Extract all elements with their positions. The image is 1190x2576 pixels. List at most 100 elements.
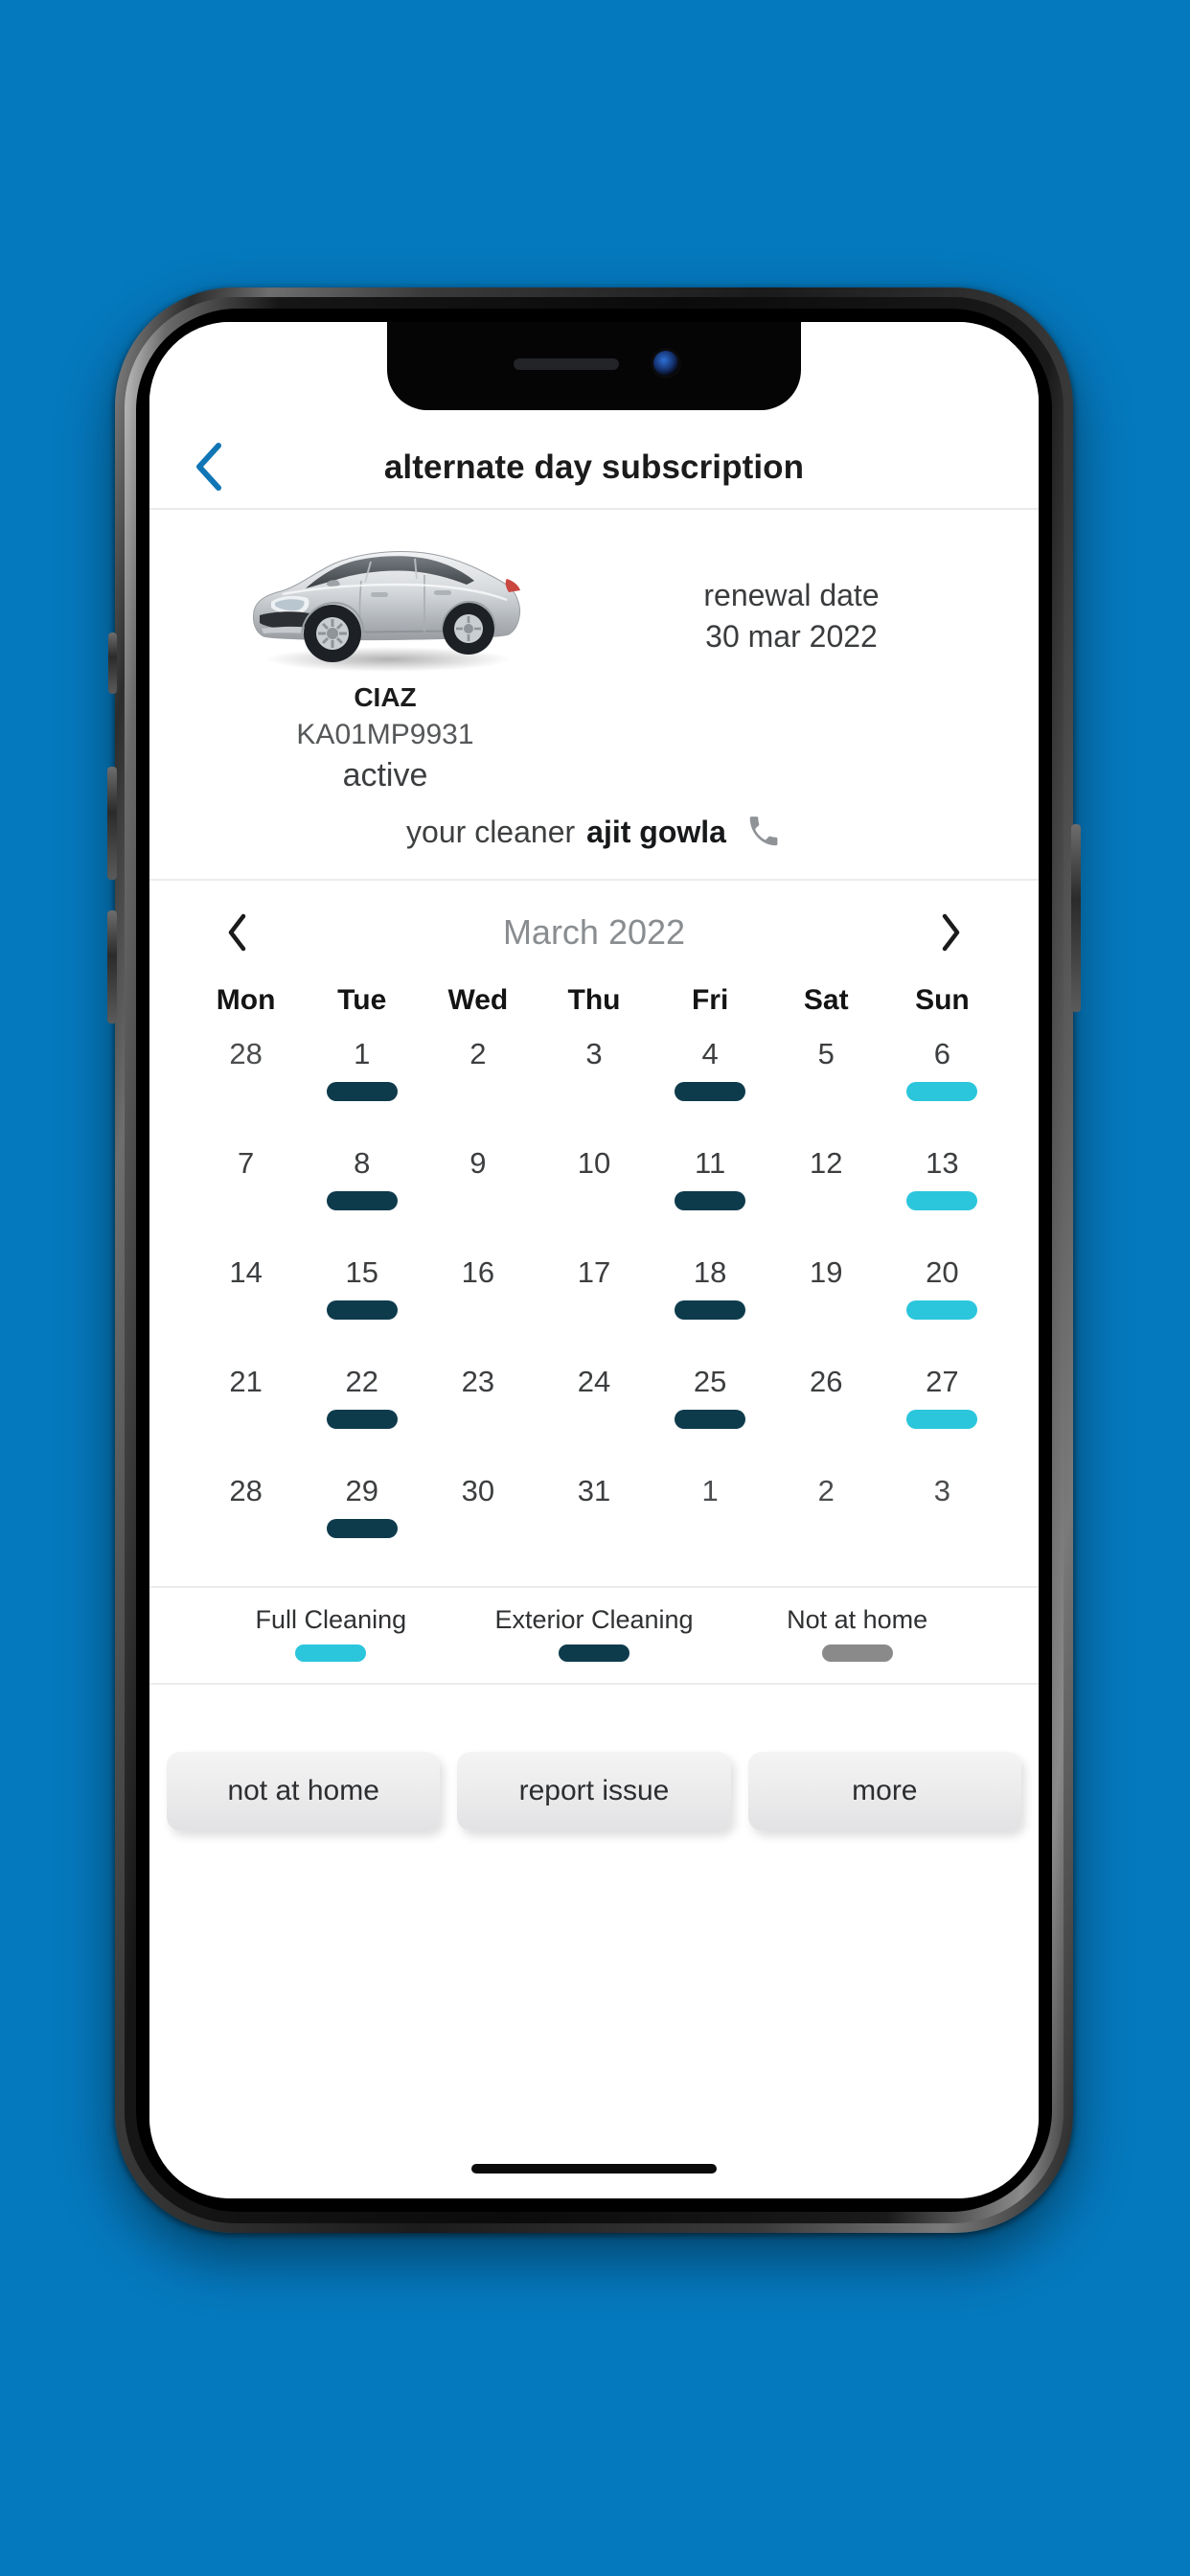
prev-month-button[interactable] bbox=[209, 905, 264, 960]
calendar-day-cell[interactable]: 4 bbox=[652, 1032, 768, 1132]
more-button[interactable]: more bbox=[747, 1752, 1021, 1830]
calendar-day-marker bbox=[559, 1300, 629, 1320]
calendar-day-cell[interactable]: 28 bbox=[188, 1469, 304, 1569]
calendar-day-number: 29 bbox=[345, 1474, 378, 1507]
calendar-day-marker bbox=[906, 1519, 977, 1538]
renewal-label: renewal date bbox=[703, 578, 880, 612]
calendar-day-number: 11 bbox=[695, 1146, 726, 1180]
calendar-day-cell[interactable]: 15 bbox=[304, 1251, 420, 1350]
power-button[interactable] bbox=[1071, 824, 1081, 1012]
calendar-day-cell[interactable]: 29 bbox=[304, 1469, 420, 1569]
calendar-day-number: 3 bbox=[933, 1474, 951, 1507]
vehicle-identity: CIAZ KA01MP9931 active bbox=[184, 525, 586, 794]
legend-color-swatch bbox=[295, 1644, 367, 1662]
calendar-day-number: 12 bbox=[810, 1146, 843, 1180]
not-at-home-button[interactable]: not at home bbox=[167, 1752, 441, 1830]
calendar-day-number: 2 bbox=[817, 1474, 835, 1507]
calendar-day-cell[interactable]: 3 bbox=[536, 1032, 652, 1132]
calendar-day-cell[interactable]: 24 bbox=[536, 1360, 652, 1460]
legend-item: Not at home bbox=[725, 1605, 989, 1662]
calendar-day-number: 5 bbox=[817, 1037, 835, 1070]
calendar-week-row: 7 8 9 10 11 12 13 bbox=[188, 1141, 1000, 1241]
calendar-day-number: 30 bbox=[461, 1474, 495, 1507]
calendar-day-cell[interactable]: 30 bbox=[420, 1469, 536, 1569]
calendar-day-cell[interactable]: 23 bbox=[420, 1360, 536, 1460]
calendar-day-cell[interactable]: 14 bbox=[188, 1251, 304, 1350]
vehicle-name: CIAZ bbox=[354, 682, 417, 712]
calendar-day-cell[interactable]: 6 bbox=[884, 1032, 1000, 1132]
calendar-day-marker bbox=[790, 1300, 861, 1320]
calendar-day-cell[interactable]: 31 bbox=[536, 1469, 652, 1569]
calendar-day-number: 4 bbox=[701, 1037, 719, 1070]
calendar-day-number: 2 bbox=[469, 1037, 487, 1070]
calendar-day-cell[interactable]: 8 bbox=[304, 1141, 420, 1241]
calendar-day-cell[interactable]: 1 bbox=[304, 1032, 420, 1132]
calendar-day-cell[interactable]: 5 bbox=[768, 1032, 884, 1132]
calendar-day-marker bbox=[326, 1300, 398, 1320]
calendar-day-cell[interactable]: 1 bbox=[652, 1469, 768, 1569]
calendar-day-marker bbox=[211, 1082, 282, 1101]
calendar-day-marker bbox=[559, 1410, 629, 1429]
calendar-body: 28 1 2 3 4 5 6 7 8 9 10 11 12 13 14 15 16 17 18 19 20 21 22 23 2… bbox=[188, 1032, 1000, 1569]
phone-screen: alternate day subscription CIAZ KA01MP99… bbox=[149, 322, 1039, 2198]
calendar-day-number: 7 bbox=[237, 1146, 255, 1180]
renewal-info: renewal date 30 mar 2022 bbox=[586, 525, 996, 657]
calendar-day-cell[interactable]: 28 bbox=[188, 1032, 304, 1132]
calendar-day-cell[interactable]: 12 bbox=[768, 1141, 884, 1241]
calendar-header: March 2022 bbox=[188, 881, 1000, 984]
calendar-day-cell[interactable]: 27 bbox=[884, 1360, 1000, 1460]
calendar-day-cell[interactable]: 20 bbox=[884, 1251, 1000, 1350]
call-cleaner-button[interactable] bbox=[745, 814, 782, 850]
calendar-weekday-header: Mon Tue Wed Thu Fri Sat Sun bbox=[188, 984, 1000, 1023]
back-button[interactable] bbox=[174, 433, 241, 500]
calendar-day-marker bbox=[443, 1410, 514, 1429]
calendar-day-cell[interactable]: 21 bbox=[188, 1360, 304, 1460]
calendar-day-cell[interactable]: 2 bbox=[420, 1032, 536, 1132]
calendar-day-cell[interactable]: 26 bbox=[768, 1360, 884, 1460]
calendar-day-marker bbox=[906, 1300, 978, 1320]
calendar-day-marker bbox=[443, 1300, 514, 1320]
calendar-day-cell[interactable]: 13 bbox=[884, 1141, 1000, 1241]
calendar-day-cell[interactable]: 16 bbox=[420, 1251, 536, 1350]
calendar-day-cell[interactable]: 22 bbox=[304, 1360, 420, 1460]
calendar-day-cell[interactable]: 18 bbox=[652, 1251, 768, 1350]
car-image bbox=[253, 551, 521, 672]
next-month-button[interactable] bbox=[924, 905, 979, 960]
calendar-day-number: 24 bbox=[577, 1365, 611, 1398]
calendar-day-cell[interactable]: 19 bbox=[768, 1251, 884, 1350]
front-camera-icon bbox=[653, 351, 678, 376]
calendar-day-marker bbox=[790, 1519, 861, 1538]
volume-down-button[interactable] bbox=[107, 910, 117, 1024]
calendar-day-number: 27 bbox=[926, 1365, 959, 1398]
calendar-day-marker bbox=[326, 1410, 398, 1429]
calendar-day-cell[interactable]: 11 bbox=[652, 1141, 768, 1241]
calendar-day-marker bbox=[211, 1300, 282, 1320]
calendar-day-cell[interactable]: 3 bbox=[884, 1469, 1000, 1569]
calendar-day-cell[interactable]: 17 bbox=[536, 1251, 652, 1350]
calendar-week-row: 14 15 16 17 18 19 20 bbox=[188, 1251, 1000, 1350]
home-indicator[interactable] bbox=[471, 2164, 717, 2174]
legend-item: Exterior Cleaning bbox=[463, 1605, 726, 1662]
report-issue-button[interactable]: report issue bbox=[457, 1752, 731, 1830]
calendar-day-number: 23 bbox=[461, 1365, 495, 1398]
app-root: alternate day subscription CIAZ KA01MP99… bbox=[149, 322, 1039, 2198]
volume-up-button[interactable] bbox=[107, 767, 117, 880]
vehicle-plate: KA01MP9931 bbox=[296, 719, 474, 750]
weekday-header: Wed bbox=[447, 984, 509, 1016]
calendar-day-number: 1 bbox=[701, 1474, 719, 1507]
calendar-day-cell[interactable]: 7 bbox=[188, 1141, 304, 1241]
calendar-day-cell[interactable]: 9 bbox=[420, 1141, 536, 1241]
calendar-day-cell[interactable]: 10 bbox=[536, 1141, 652, 1241]
mute-switch[interactable] bbox=[108, 632, 117, 694]
calendar-day-marker bbox=[790, 1410, 861, 1429]
calendar-day-cell[interactable]: 25 bbox=[652, 1360, 768, 1460]
calendar-day-number: 21 bbox=[229, 1365, 263, 1398]
weekday-header: Sat bbox=[803, 984, 849, 1016]
calendar-day-number: 26 bbox=[810, 1365, 843, 1398]
calendar-day-marker bbox=[906, 1191, 978, 1210]
phone-icon bbox=[749, 816, 778, 846]
legend-label: Not at home bbox=[787, 1605, 928, 1634]
calendar-day-cell[interactable]: 2 bbox=[768, 1469, 884, 1569]
calendar-day-number: 18 bbox=[693, 1255, 727, 1289]
calendar-day-marker bbox=[906, 1082, 978, 1101]
